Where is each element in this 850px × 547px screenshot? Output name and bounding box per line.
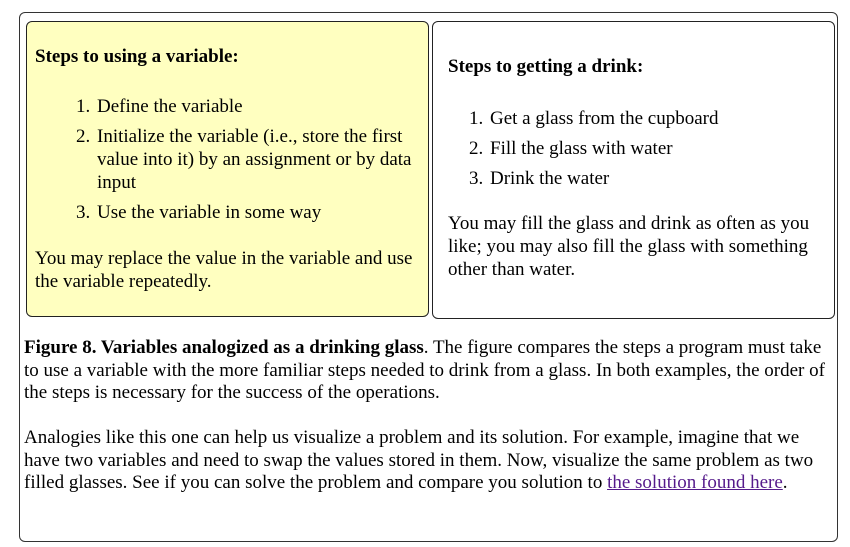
variable-steps-list: Define the variable Initialize the varia… [65, 95, 430, 231]
analogy-period: . [782, 472, 788, 493]
list-item: Drink the water [488, 167, 828, 190]
figure-caption-label: Figure 8. Variables analogized as a drin… [24, 337, 424, 358]
drink-steps-heading: Steps to getting a drink: [448, 56, 644, 77]
drink-steps-panel: Steps to getting a drink: Get a glass fr… [432, 21, 835, 319]
drink-steps-list: Get a glass from the cupboard Fill the g… [458, 107, 828, 197]
list-item: Define the variable [95, 95, 430, 118]
analogy-paragraph: Analogies like this one can help us visu… [24, 427, 836, 495]
figure-caption: Figure 8. Variables analogized as a drin… [24, 337, 834, 405]
list-item: Fill the glass with water [488, 137, 828, 160]
variable-steps-note: You may replace the value in the variabl… [35, 248, 413, 292]
variable-steps-heading: Steps to using a variable: [35, 46, 239, 67]
list-item: Get a glass from the cupboard [488, 107, 828, 130]
variable-steps-panel: Steps to using a variable: Define the va… [26, 21, 429, 317]
list-item: Initialize the variable (i.e., store the… [95, 125, 430, 194]
solution-link[interactable]: the solution found here [607, 472, 783, 493]
figure-container: Steps to using a variable: Define the va… [19, 12, 838, 542]
list-item: Use the variable in some way [95, 201, 430, 224]
drink-steps-note: You may fill the glass and drink as ofte… [448, 213, 810, 280]
